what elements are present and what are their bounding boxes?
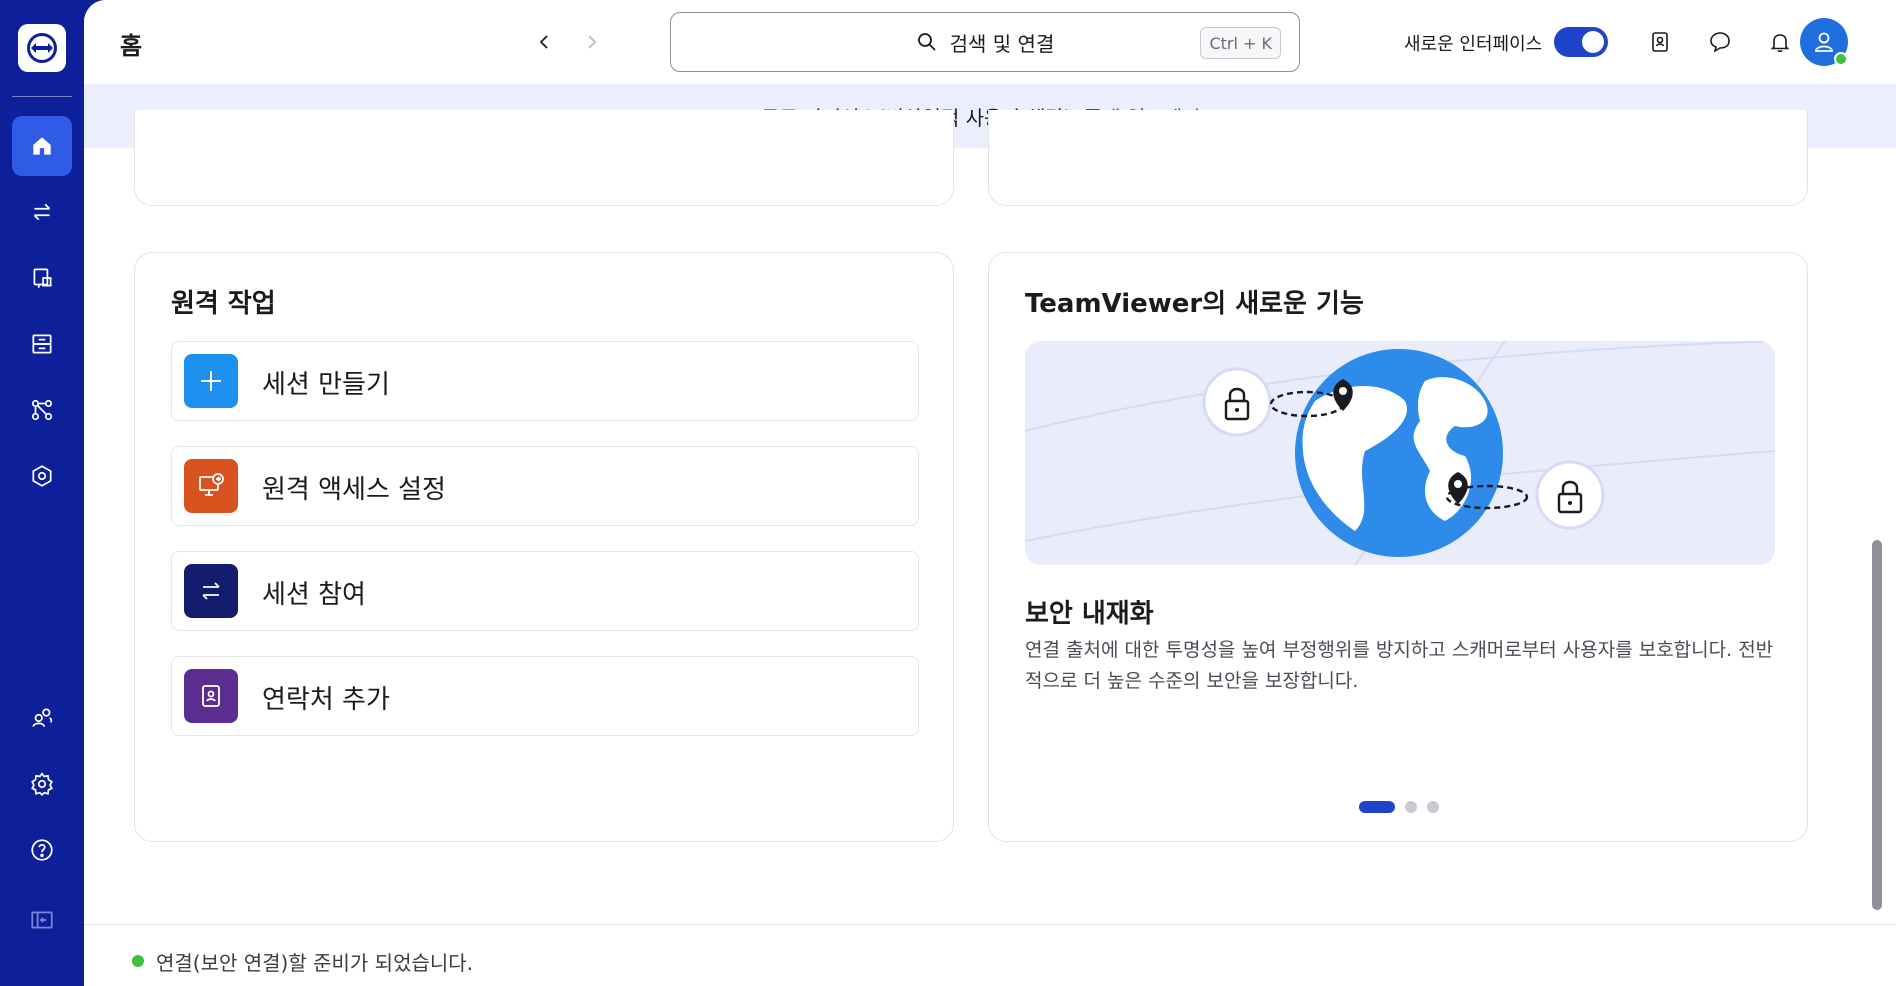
sidebar-item-people[interactable] <box>12 688 72 748</box>
teamviewer-logo[interactable] <box>18 24 66 72</box>
chat-icon <box>1710 32 1730 53</box>
sidebar-item-sessions[interactable] <box>12 314 72 374</box>
security-illustration <box>1025 341 1775 565</box>
status-bar: 연결(보안 연결)할 준비가 되었습니다. <box>84 924 1896 986</box>
home-icon <box>33 137 51 155</box>
remote-work-title: 원격 작업 <box>171 289 276 319</box>
forward-button[interactable] <box>578 28 606 56</box>
notifications-button[interactable] <box>1764 26 1796 58</box>
contact-icon <box>202 685 220 707</box>
join-session-button[interactable]: 세션 참여 <box>171 551 919 631</box>
sidebar-item-settings[interactable] <box>12 754 72 814</box>
card-top-right <box>988 110 1808 206</box>
sidebar-collapse-button[interactable] <box>12 890 72 950</box>
connection-status-dot <box>132 955 144 967</box>
carousel-dot-3[interactable] <box>1427 801 1439 813</box>
connection-status-text: 연결(보안 연결)할 준비가 되었습니다. <box>156 951 474 975</box>
sidebar-item-security[interactable] <box>12 446 72 506</box>
card-top-left <box>134 110 954 206</box>
search-placeholder: 검색 및 연결 <box>949 31 1055 56</box>
action-icon-bg <box>184 669 238 723</box>
transfer-icon <box>33 203 51 221</box>
top-bar: 홈 검색 및 연결 Ctrl + K 새로운 인터페이스 <box>84 0 1896 84</box>
new-interface-label: 새로운 인터페이스 <box>1404 34 1543 55</box>
main-area: 홈 검색 및 연결 Ctrl + K 새로운 인터페이스 원격 작업 세션 만들… <box>84 0 1896 986</box>
remote-access-icon <box>199 473 224 496</box>
globe-illustration <box>1025 341 1775 565</box>
sidebar-item-connect[interactable] <box>12 182 72 242</box>
sidebar <box>0 0 84 986</box>
search-input[interactable]: 검색 및 연결 Ctrl + K <box>670 12 1300 72</box>
contacts-button[interactable] <box>1644 26 1676 58</box>
teamviewer-logo-icon <box>27 33 57 63</box>
action-icon-bg <box>184 564 238 618</box>
add-contact-button[interactable]: 연락처 추가 <box>171 656 919 736</box>
contact-book-icon <box>1652 32 1668 52</box>
search-shortcut-badge: Ctrl + K <box>1200 27 1281 59</box>
action-label: 연락처 추가 <box>262 685 390 715</box>
help-icon <box>31 839 53 861</box>
bell-icon <box>1770 34 1790 53</box>
sidebar-item-devices[interactable] <box>12 248 72 308</box>
action-label: 원격 액세스 설정 <box>262 475 446 505</box>
feature-description: 연결 출처에 대한 투명성을 높여 부정행위를 방지하고 스캐머로부터 사용자를… <box>1025 639 1774 692</box>
new-interface-toggle[interactable] <box>1554 27 1608 57</box>
action-label: 세션 참여 <box>262 580 366 610</box>
whats-new-title: TeamViewer의 새로운 기능 <box>1025 289 1364 319</box>
sidebar-divider <box>12 96 72 97</box>
security-icon <box>32 465 52 487</box>
create-session-button[interactable]: 세션 만들기 <box>171 341 919 421</box>
chevron-left-icon <box>539 35 548 49</box>
collapse-icon <box>31 911 53 929</box>
sidebar-item-flows[interactable] <box>12 380 72 440</box>
user-icon <box>1815 32 1833 52</box>
whats-new-card: TeamViewer의 새로운 기능 보안 내재화 연결 출처에 대한 투명성을… <box>988 252 1808 842</box>
remote-device-icon <box>33 268 52 288</box>
carousel-dot-2[interactable] <box>1405 801 1417 813</box>
chat-button[interactable] <box>1704 26 1736 58</box>
carousel-indicator <box>1359 801 1439 813</box>
sidebar-item-help[interactable] <box>12 820 72 880</box>
remote-work-card: 원격 작업 세션 만들기 원격 액세스 설정 세션 참여 연락처 추가 <box>134 252 954 842</box>
people-icon <box>32 708 53 727</box>
online-status-dot <box>1834 52 1848 66</box>
vertical-scrollbar[interactable] <box>1872 540 1882 910</box>
carousel-dot-1[interactable] <box>1359 801 1395 813</box>
sidebar-item-home[interactable] <box>12 116 72 176</box>
action-icon-bg <box>184 354 238 408</box>
page-title: 홈 <box>120 32 143 60</box>
settings-icon <box>31 772 53 797</box>
action-icon-bg <box>184 459 238 513</box>
chevron-right-icon <box>588 35 597 49</box>
search-icon <box>917 33 936 51</box>
plus-icon <box>201 371 221 391</box>
action-label: 세션 만들기 <box>262 370 390 400</box>
flow-icon <box>31 399 53 421</box>
remote-access-setup-button[interactable]: 원격 액세스 설정 <box>171 446 919 526</box>
sessions-icon <box>32 334 52 354</box>
feature-title: 보안 내재화 <box>1025 599 1154 629</box>
transfer-icon <box>202 582 220 600</box>
back-button[interactable] <box>530 28 558 56</box>
